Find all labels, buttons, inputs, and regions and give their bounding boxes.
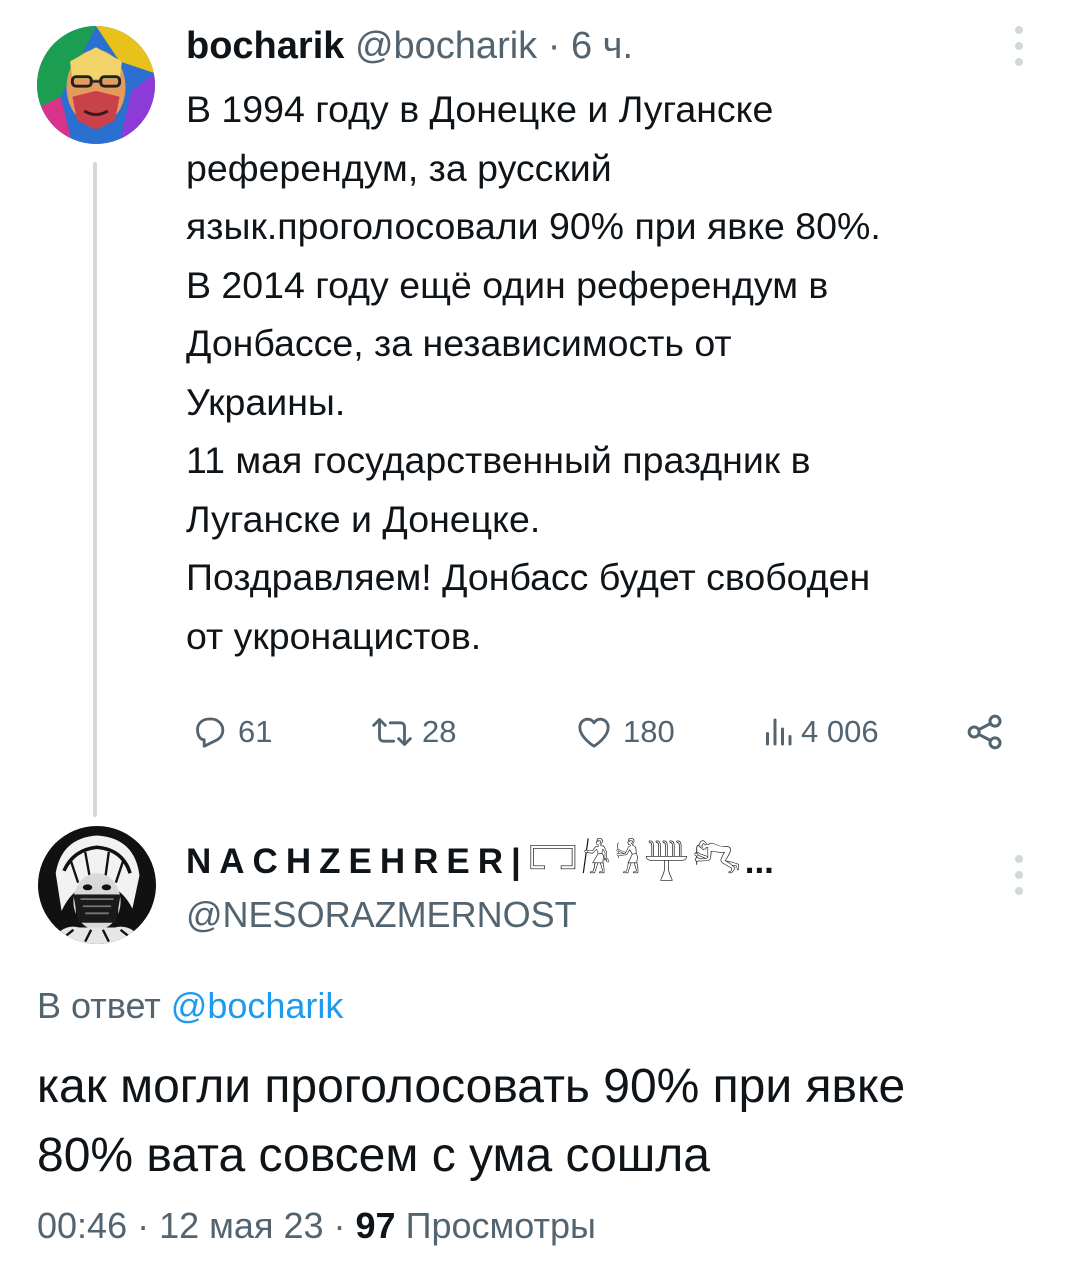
name-ellipsis: ... (744, 842, 774, 881)
heart-icon (578, 717, 610, 748)
dark-sketch-portrait-avatar (38, 826, 156, 944)
tweet-actions: 61 28 180 4 006 (190, 706, 1050, 758)
separator-dot: · (547, 25, 561, 67)
views-count: 4 006 (801, 714, 879, 749)
tweet-text-line: от укронацистов. (186, 614, 482, 657)
more-dot-icon (1015, 58, 1023, 66)
reply-text-line: как могли проголосовать 90% при явке (37, 1060, 906, 1113)
author-display-name[interactable]: bocharik (186, 25, 344, 67)
more-dot-icon (1015, 871, 1023, 879)
reply-date[interactable]: 12 мая 23 (159, 1205, 323, 1246)
tweet-text: В 1994 году в Донецке и Луганске референ… (186, 80, 1066, 665)
reply-icon (196, 717, 225, 748)
reply-more-options-button[interactable] (1009, 855, 1029, 895)
reply-count: 61 (238, 714, 273, 749)
more-dot-icon (1015, 26, 1023, 34)
tweet-text-line: Поздравляем! Донбасс будет свободен (186, 556, 871, 598)
reply-views-count: 97 (355, 1205, 396, 1246)
reply-author-avatar[interactable] (38, 826, 156, 944)
tweet-text-line: В 2014 году ещё один референдум в (186, 263, 829, 306)
tweet-text-line: язык.проголосовали 90% при явке 80%. (186, 205, 881, 247)
reply-to-prefix: В ответ (37, 985, 161, 1026)
separator-dot: · (333, 1205, 346, 1246)
tweet-header: bocharik @bocharik · 6 ч. (186, 22, 633, 70)
reply-author-display-name[interactable]: NACHZEHRER|𓉐𓀙𓀜𓊰𓀐... (186, 840, 774, 884)
hieroglyph-emoji-icons: 𓉐𓀙𓀜𓊰𓀐 (528, 842, 745, 881)
tweet-text-line: Луганске и Донецке. (186, 497, 541, 540)
retweet-icon (372, 718, 412, 746)
pop-art-portrait-avatar (37, 26, 155, 144)
reply-time[interactable]: 00:46 (37, 1205, 127, 1246)
like-count: 180 (623, 714, 675, 749)
share-icon (967, 714, 1002, 750)
author-avatar[interactable] (37, 26, 155, 144)
retweet-count: 28 (422, 714, 457, 749)
more-dot-icon (1015, 887, 1023, 895)
more-dot-icon (1015, 855, 1023, 863)
tweet-text-line: В 1994 году в Донецке и Луганске (186, 88, 774, 130)
tweet-text-line: референдум, за русский (186, 146, 612, 189)
views-button[interactable]: 4 006 (763, 706, 879, 758)
thread-line (93, 162, 97, 817)
tweet-text-line: Донбассе, за независимость от (186, 322, 732, 364)
reply-text: как могли проголосовать 90% при явке 80%… (37, 1052, 1057, 1190)
replying-to: В ответ @bocharik (37, 982, 343, 1030)
reply-button[interactable]: 61 (190, 706, 272, 758)
tweet-text-line: Украины. (186, 380, 346, 423)
reply-author-handle[interactable]: @NESORAZMERNOST (186, 893, 577, 937)
retweet-button[interactable]: 28 (370, 706, 456, 758)
reply-views-label: Просмотры (405, 1205, 596, 1246)
tweet-time[interactable]: 6 ч. (571, 25, 633, 67)
more-dot-icon (1015, 42, 1023, 50)
more-options-button[interactable] (1009, 26, 1029, 66)
bar-chart-icon (766, 718, 792, 746)
reply-meta: 00:46 · 12 мая 23 · 97 Просмотры (37, 1202, 596, 1250)
tweet-text-line: 11 мая государственный праздник в (186, 439, 811, 481)
reply-text-line: 80% вата совсем с ума сошла (37, 1129, 710, 1182)
author-handle[interactable]: @bocharik (355, 25, 537, 67)
separator-dot: · (137, 1205, 150, 1246)
like-button[interactable]: 180 (573, 706, 675, 758)
share-button[interactable] (964, 706, 1006, 758)
reply-to-mention-link[interactable]: @bocharik (171, 985, 344, 1026)
reply-author-name-text: NACHZEHRER| (186, 842, 529, 881)
